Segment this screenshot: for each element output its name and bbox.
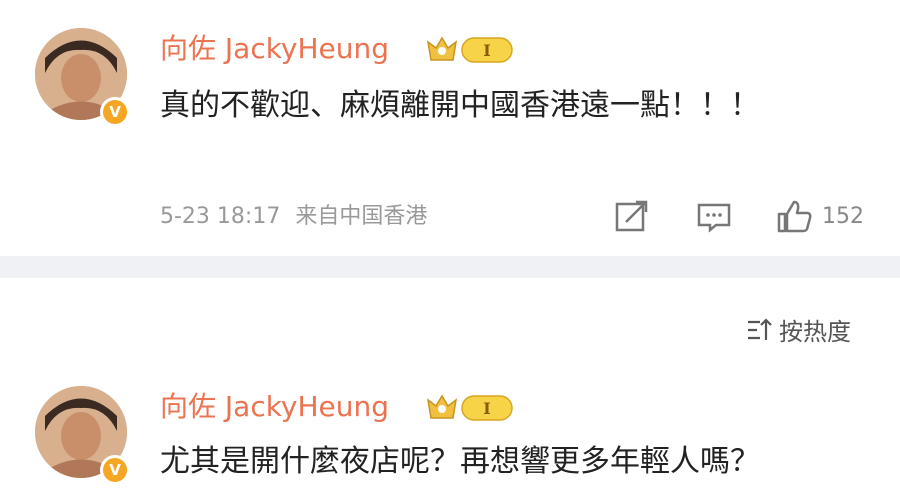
timestamp: 5-23 18:17 — [160, 204, 281, 229]
sort-icon — [748, 317, 772, 340]
comment-text: 尤其是開什麼夜店呢？再想響更多年輕人嗎？ — [160, 444, 760, 479]
level-number: I — [483, 41, 490, 60]
share-button[interactable] — [612, 196, 652, 236]
location: 来自中国香港 — [295, 204, 428, 229]
verified-badge: V — [100, 455, 130, 485]
sort-button[interactable]: 按热度 — [745, 312, 851, 347]
comment-button[interactable] — [694, 196, 734, 236]
comment-icon — [697, 203, 731, 233]
username[interactable]: 向佐 JackyHeung — [160, 390, 389, 424]
section-divider — [0, 256, 900, 278]
level-badge: I — [424, 32, 516, 66]
like-count: 152 — [822, 203, 864, 229]
verified-badge: V — [100, 97, 130, 127]
like-icon — [777, 200, 812, 233]
comment-item: V 向佐 JackyHeung I 尤其是開什麼夜店呢？再想響更多年輕人嗎？ — [0, 378, 900, 501]
level-badge: I — [424, 390, 516, 424]
level-number: I — [483, 399, 490, 418]
share-icon — [615, 200, 648, 232]
like-button[interactable]: 152 — [774, 196, 864, 236]
sort-label: 按热度 — [779, 318, 851, 346]
comment-item: V 向佐 JackyHeung I 真的不歡迎、麻煩離開中國香港遠一點！！！ 5… — [0, 0, 900, 256]
comment-meta: 5-23 18:17 来自中国香港 — [160, 198, 427, 230]
username[interactable]: 向佐 JackyHeung — [160, 32, 389, 66]
comment-text: 真的不歡迎、麻煩離開中國香港遠一點！！！ — [160, 88, 760, 123]
